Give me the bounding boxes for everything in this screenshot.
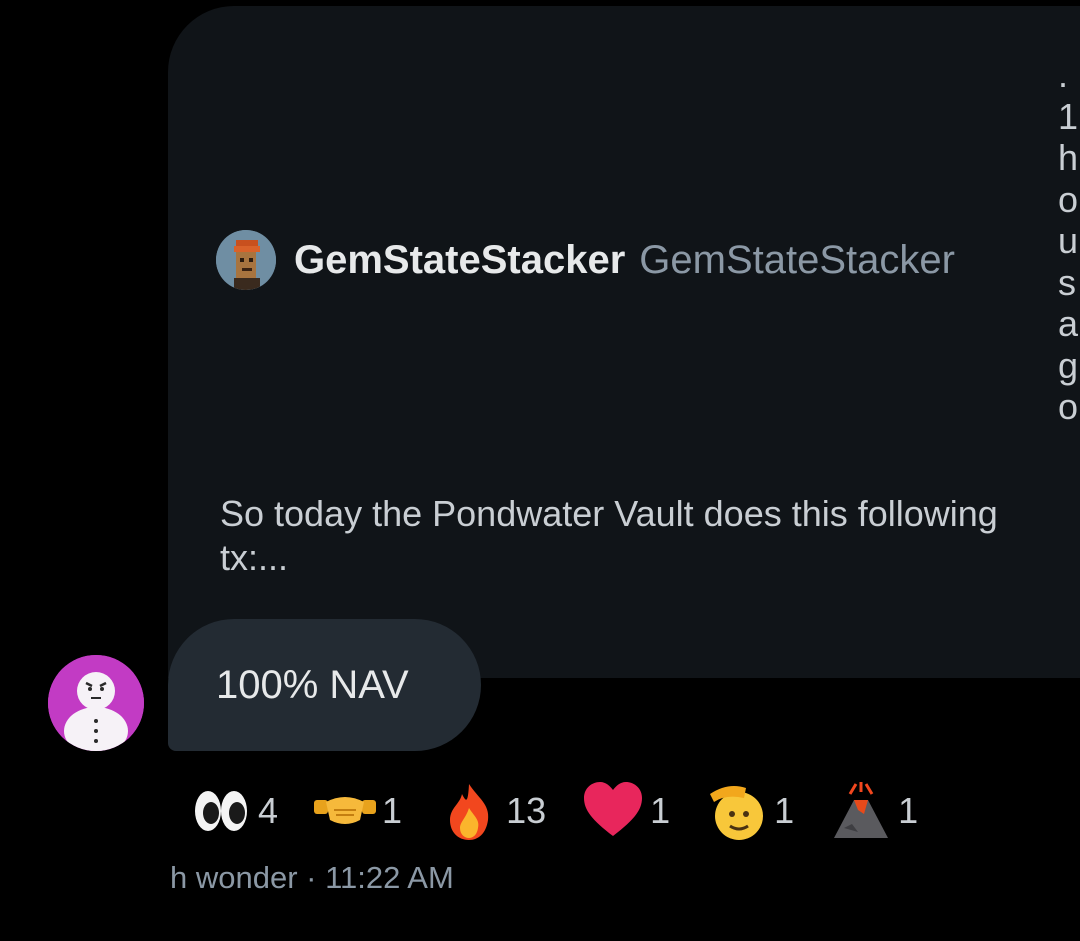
author-avatar[interactable] — [216, 230, 276, 290]
snowman-avatar-icon — [48, 655, 144, 751]
side-fragment: s — [1058, 261, 1076, 303]
reaction-saluting-face[interactable]: 1 — [706, 780, 794, 842]
reaction-count: 1 — [382, 790, 403, 831]
quoted-author-row[interactable]: GemStateStacker GemStateStacker — [216, 228, 955, 292]
saluting-face-icon — [706, 780, 768, 842]
reaction-count: 1 — [650, 790, 671, 831]
reaction-eyes[interactable]: 4 — [190, 780, 278, 842]
sender-avatar[interactable] — [48, 655, 144, 751]
reaction-heart[interactable]: 1 — [582, 780, 670, 842]
side-fragment: 1 — [1058, 95, 1079, 137]
reaction-count: 1 — [898, 790, 919, 831]
author-name[interactable]: GemStateStacker — [294, 238, 625, 283]
author-handle: GemStateStacker — [639, 237, 955, 282]
eyes-icon — [190, 780, 252, 842]
quoted-tweet-card[interactable]: . 1 h o u s a g o GemStateStacker GemSta… — [168, 6, 1080, 678]
quoted-text-line: So today the Pondwater Vault does this f… — [220, 493, 998, 534]
reaction-count: 13 — [506, 790, 547, 831]
side-fragment: u — [1058, 220, 1079, 261]
quoted-text-line: tx:... — [220, 537, 289, 578]
reaction-fire[interactable]: 13 — [438, 780, 546, 842]
reaction-volcano[interactable]: 1 — [830, 780, 918, 842]
reaction-count: 4 — [258, 790, 279, 831]
side-fragment: o — [1058, 386, 1079, 427]
meta-separator: · — [306, 860, 317, 895]
reactions-bar: 4 1 13 1 1 1 — [190, 780, 954, 842]
side-fragment: g — [1058, 344, 1079, 386]
message-text: 100% NAV — [216, 663, 409, 707]
heart-icon — [582, 780, 644, 842]
volcano-icon — [830, 780, 892, 842]
truncated-side-text: . 1 h o u s a g o — [1058, 54, 1080, 428]
message-meta: h wonder · 11:22 AM — [170, 860, 454, 896]
message-time: 11:22 AM — [325, 860, 454, 895]
side-fragment: o — [1058, 178, 1079, 220]
handshake-icon — [314, 780, 377, 842]
sender-name: h wonder — [170, 860, 298, 895]
pixel-punk-avatar-icon — [216, 230, 276, 290]
message-bubble[interactable]: 100% NAV — [168, 619, 481, 751]
side-fragment: a — [1058, 303, 1079, 344]
side-fragment: h — [1058, 137, 1079, 178]
side-fragment: . — [1058, 54, 1069, 95]
fire-icon — [438, 780, 500, 842]
dm-conversation: . 1 h o u s a g o GemStateStacker GemSta… — [0, 0, 1080, 941]
reaction-count: 1 — [774, 790, 795, 831]
reaction-handshake[interactable]: 1 — [314, 780, 402, 842]
quoted-tweet-text: So today the Pondwater Vault does this f… — [220, 492, 1080, 580]
